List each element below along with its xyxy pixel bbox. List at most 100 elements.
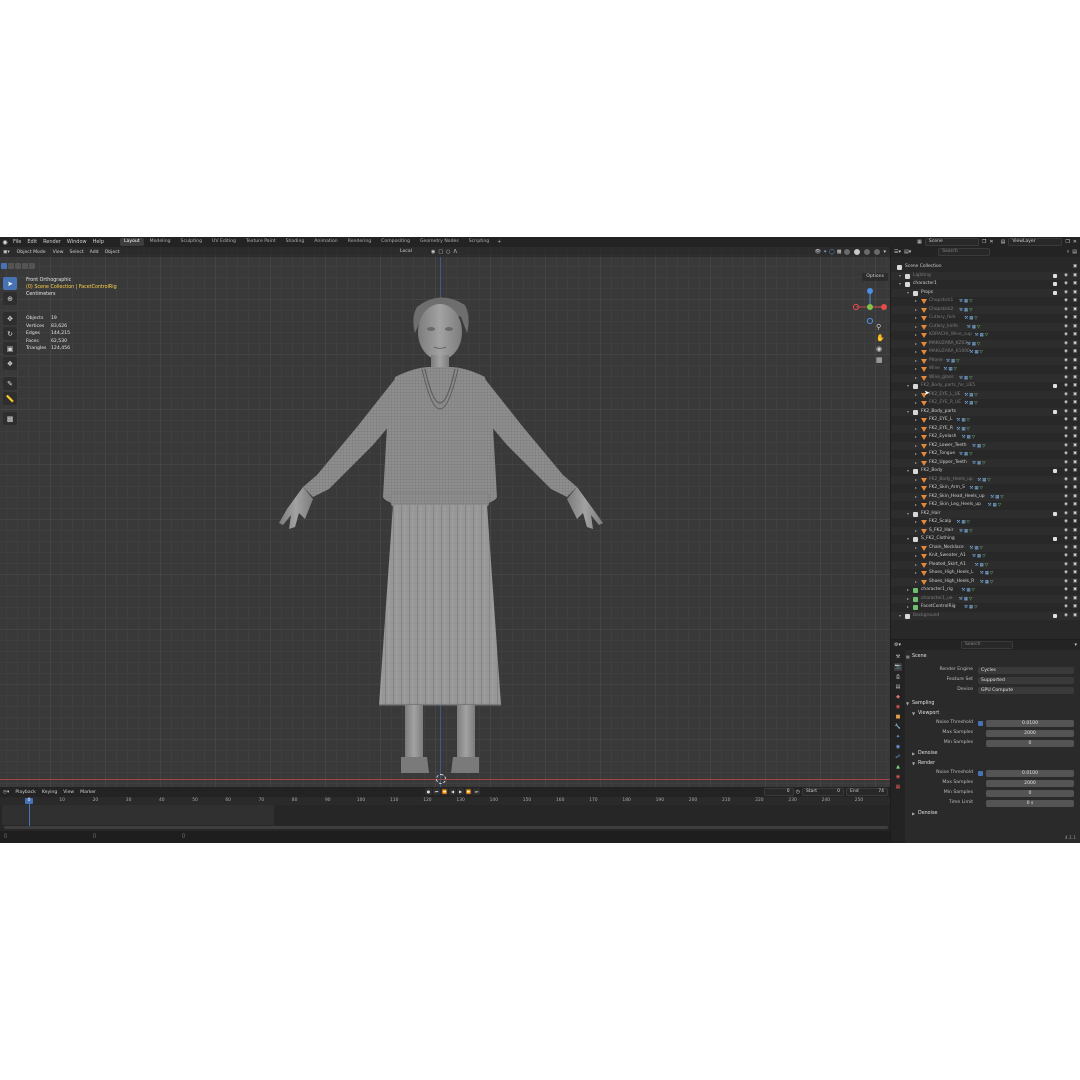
visibility-eye-icon[interactable]: ◉ bbox=[1064, 408, 1068, 417]
expand-arrow-icon[interactable]: ▸ bbox=[915, 416, 917, 425]
outliner-row[interactable]: ▸ FK2_Skin_Arm_S ⚒▦▽ ◉ ▣ bbox=[891, 484, 1080, 493]
visibility-eye-icon[interactable]: ◉ bbox=[1064, 425, 1068, 434]
visibility-eye-icon[interactable]: ◉ bbox=[1064, 374, 1068, 383]
outliner-row[interactable]: ▾ Props ◉ ▣ bbox=[891, 288, 1080, 297]
visibility-eye-icon[interactable]: ◉ bbox=[1064, 450, 1068, 459]
gizmo-icon[interactable]: ✦ bbox=[823, 249, 827, 255]
scene-icon[interactable]: ▦ bbox=[917, 239, 922, 245]
scene-name-field[interactable]: Scene bbox=[924, 238, 979, 246]
tab-compositing[interactable]: Compositing bbox=[377, 238, 414, 246]
render-camera-icon[interactable]: ▣ bbox=[1073, 365, 1077, 374]
render-camera-icon[interactable]: ▣ bbox=[1073, 348, 1077, 357]
pivot-icon[interactable]: ◉ bbox=[431, 249, 435, 255]
expand-arrow-icon[interactable]: ▸ bbox=[915, 331, 917, 340]
ortho-grid-icon[interactable]: ▦ bbox=[876, 356, 885, 364]
outliner-row[interactable]: ▸ character1_rig ⚒▦▽ ◉ ▣ bbox=[891, 586, 1080, 595]
render-camera-icon[interactable]: ▣ bbox=[1073, 552, 1077, 561]
expand-arrow-icon[interactable]: ▾ bbox=[907, 382, 909, 391]
menu-help[interactable]: Help bbox=[90, 237, 107, 247]
outliner-row[interactable]: ▾ FK2_Body_parts ◉ ▣ bbox=[891, 407, 1080, 417]
visibility-eye-icon[interactable]: ◉ bbox=[1064, 484, 1068, 493]
outliner-row[interactable]: ▸ FK2_Skin_Head_Heels_up ⚒▦▽ ◉ ▣ bbox=[891, 492, 1080, 502]
render-max-samples-field[interactable]: 2000 bbox=[986, 780, 1074, 787]
start-frame-field[interactable]: Start 0 bbox=[802, 788, 844, 796]
expand-arrow-icon[interactable]: ▾ bbox=[907, 467, 909, 476]
frame-ruler[interactable]: 10 20 30 40 50 60 70 80 90 100 110 120 130 140 150 160 1… bbox=[0, 797, 890, 805]
expand-arrow-icon[interactable]: ▸ bbox=[915, 569, 917, 578]
outliner-editor-type-icon[interactable]: ☰▾ bbox=[894, 249, 901, 255]
menu-playback[interactable]: Playback bbox=[12, 790, 39, 795]
exclude-checkbox[interactable] bbox=[1053, 273, 1057, 278]
transform-orientation-select[interactable]: Local bbox=[397, 248, 427, 255]
menu-render[interactable]: Render bbox=[40, 237, 64, 247]
outliner-row[interactable]: ▸ Chopstick2 ⚒▦▽ ◉ ▣ bbox=[891, 305, 1080, 315]
render-engine-select[interactable]: Cycles bbox=[978, 667, 1074, 674]
proportional-edit-icon[interactable]: ○ bbox=[446, 249, 450, 255]
feature-set-select[interactable]: Supported bbox=[978, 677, 1074, 684]
sampling-panel-header[interactable]: ▼ Sampling bbox=[906, 699, 1078, 709]
render-camera-icon[interactable]: ▣ bbox=[1073, 442, 1077, 451]
expand-arrow-icon[interactable]: ▸ bbox=[915, 493, 917, 502]
render-camera-icon[interactable]: ▣ bbox=[1073, 484, 1077, 493]
viewport-noise-threshold-field[interactable]: 0.0100 bbox=[986, 720, 1074, 727]
render-camera-icon[interactable]: ▣ bbox=[1073, 501, 1077, 510]
measure-tool-icon[interactable]: 📏 bbox=[3, 392, 17, 405]
visibility-eye-icon[interactable]: ◉ bbox=[1064, 416, 1068, 425]
expand-arrow-icon[interactable]: ▸ bbox=[915, 544, 917, 553]
render-camera-icon[interactable]: ▣ bbox=[1073, 272, 1077, 281]
exclude-checkbox[interactable] bbox=[1053, 384, 1057, 388]
world-tab-icon[interactable]: ◉ bbox=[894, 703, 902, 711]
render-camera-icon[interactable]: ▣ bbox=[1073, 586, 1077, 595]
outliner-row[interactable]: ▾ Lighting ◉ ▣ bbox=[891, 271, 1080, 281]
constraints-tab-icon[interactable]: ☍ bbox=[894, 753, 902, 761]
falloff-icon[interactable]: Λ bbox=[453, 249, 456, 255]
render-camera-icon[interactable]: ▣ bbox=[1073, 561, 1077, 570]
outliner-row[interactable]: ▸ Wine_glass ⚒▦▽ ◉ ▣ bbox=[891, 373, 1080, 383]
exclude-checkbox[interactable] bbox=[1053, 282, 1057, 286]
render-camera-icon[interactable]: ▣ bbox=[1073, 535, 1077, 544]
visibility-eye-icon[interactable]: ◉ bbox=[1064, 459, 1068, 468]
outliner-row[interactable]: Scene Collection ▣ bbox=[891, 263, 1080, 272]
xray-icon[interactable]: ▩ bbox=[837, 249, 842, 255]
options-button[interactable]: Options bbox=[862, 273, 888, 281]
render-camera-icon[interactable]: ▣ bbox=[1073, 510, 1077, 519]
expand-arrow-icon[interactable]: ▾ bbox=[907, 510, 909, 519]
viewport-noise-threshold-checkbox[interactable] bbox=[978, 721, 983, 726]
properties-editor[interactable]: ⚙▾ Search ▾ ⚒ 📷 ⎙ ▤ ◆ ◉ ■ 🔧 ✦ ◉ ☍ ▲ ◉ ▦ … bbox=[891, 640, 1080, 843]
tab-texture-paint[interactable]: Texture Paint bbox=[242, 238, 280, 246]
outliner-row[interactable]: ▾ S_FK2_Clothing ◉ ▣ bbox=[891, 535, 1080, 544]
menu-object[interactable]: Object bbox=[102, 250, 123, 255]
visibility-eye-icon[interactable]: ◉ bbox=[1064, 340, 1068, 349]
visibility-eye-icon[interactable]: ◉ bbox=[1064, 399, 1068, 408]
jump-keyframe-back-icon[interactable]: ⏪ bbox=[441, 788, 448, 795]
outliner-search-input[interactable]: Search bbox=[938, 248, 991, 256]
outliner-row[interactable]: ▸ FacetControlRig ⚒▦▽ ◉ ▣ bbox=[891, 603, 1080, 612]
visibility-eye-icon[interactable]: ◉ bbox=[1064, 433, 1068, 442]
view-layer-tab-icon[interactable]: ▤ bbox=[894, 683, 902, 691]
expand-arrow-icon[interactable]: ▾ bbox=[899, 280, 901, 289]
scene-tab-icon[interactable]: ◆ bbox=[894, 693, 902, 701]
expand-arrow-icon[interactable]: ▸ bbox=[915, 297, 917, 306]
expand-arrow-icon[interactable]: ▾ bbox=[907, 408, 909, 417]
physics-tab-icon[interactable]: ◉ bbox=[894, 743, 902, 751]
exclude-checkbox[interactable] bbox=[1053, 613, 1057, 618]
visibility-eye-icon[interactable]: ◉ bbox=[1064, 357, 1068, 366]
visibility-eye-icon[interactable]: ◉ bbox=[1064, 323, 1068, 332]
render-camera-icon[interactable]: ▣ bbox=[1073, 306, 1077, 315]
visibility-eye-icon[interactable]: ◉ bbox=[1064, 331, 1068, 340]
outliner-row[interactable]: ▸ Phone ⚒▦▽ ◉ ▣ bbox=[891, 356, 1080, 366]
select-intersect-icon[interactable] bbox=[29, 263, 35, 269]
play-icon[interactable]: ▶ bbox=[457, 788, 464, 795]
add-cube-tool-icon[interactable]: ▩ bbox=[3, 412, 17, 425]
visibility-eye-icon[interactable]: ◉ bbox=[1064, 382, 1068, 391]
timeline-editor[interactable]: ◷▾ Playback Keying View Marker ● ⏮ ⏪ ◀ ▶… bbox=[0, 787, 890, 843]
jump-keyframe-forward-icon[interactable]: ⏩ bbox=[465, 788, 472, 795]
outliner-row[interactable]: ▸ FK2_Scalp ⚒▦▽ ◉ ▣ bbox=[891, 518, 1080, 527]
outliner-row[interactable]: ▸ Shoes_High_Heels_L ⚒▦▽ ◉ ▣ bbox=[891, 569, 1080, 578]
visibility-eye-icon[interactable]: ◉ bbox=[1064, 306, 1068, 315]
exclude-checkbox[interactable] bbox=[1053, 469, 1057, 473]
pan-hand-icon[interactable]: ✋ bbox=[876, 334, 885, 342]
timeline-scrollbar[interactable] bbox=[4, 826, 888, 829]
visibility-eye-icon[interactable]: ◉ bbox=[1064, 467, 1068, 476]
expand-arrow-icon[interactable]: ▸ bbox=[915, 340, 917, 349]
